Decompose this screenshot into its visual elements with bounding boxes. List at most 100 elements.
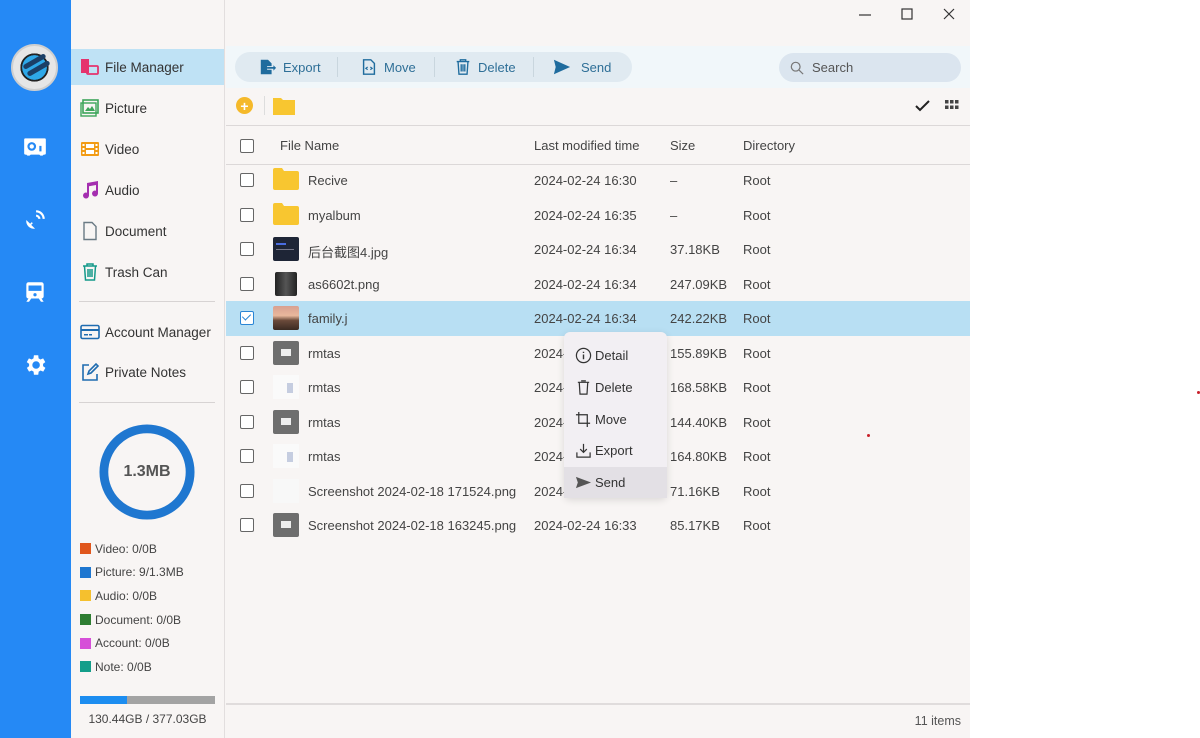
file-size: 144.40KB [670,414,728,430]
file-directory: Root [743,483,771,499]
select-all-checkbox[interactable] [240,139,254,153]
file-size: 85.17KB [670,518,720,533]
file-name: rmtas [308,345,341,361]
export-button[interactable]: Export [259,52,337,82]
context-menu-detail[interactable]: Detail [564,340,667,372]
column-header-modified[interactable]: Last modified time [534,138,640,153]
table-row[interactable]: 后台截图4.jpg 2024-02-24 16:34 37.18KB Root [226,232,970,267]
sidebar-item-label: Private Notes [105,364,187,380]
close-icon [943,8,955,20]
minimize-icon [859,14,871,16]
context-menu-export[interactable]: Export [564,435,667,467]
column-header-directory[interactable]: Directory [743,138,795,153]
root-folder-button[interactable] [272,96,296,121]
storage-icon[interactable] [21,133,49,161]
grid-view-button[interactable] [944,98,960,117]
table-row[interactable]: Screenshot 2024-02-18 163245.png 2024-02-… [226,508,970,543]
delete-button[interactable]: Delete [454,52,533,82]
app-window: File Manager Picture Video Audio Documen… [0,0,970,738]
maximize-button[interactable] [895,4,919,24]
sidebar-item-document[interactable]: Document [71,213,224,249]
sidebar-item-picture[interactable]: Picture [71,90,224,126]
send-label: Send [581,59,612,75]
folder-icon [273,202,299,227]
checkmark-icon [915,100,930,112]
satellite-icon[interactable] [21,206,49,234]
context-menu-delete[interactable]: Delete [564,372,667,404]
legend-label: Account: 0/0B [95,636,170,651]
file-directory: Root [743,173,771,188]
send-icon [553,59,571,75]
crop-move-icon [575,411,591,427]
notes-icon [79,361,101,383]
row-checkbox[interactable] [240,449,254,463]
move-button[interactable]: Move [360,52,434,82]
video-icon [79,138,101,160]
main-panel: Export Move Delete Send Search + File Na… [226,0,970,738]
folder-icon [273,168,299,192]
send-icon [575,476,592,489]
table-row[interactable]: as6602t.png 2024-02-24 16:34 247.09KB Root [226,267,970,302]
file-directory: Root [743,414,771,430]
train-icon[interactable] [21,278,49,306]
file-modified: 2024-02-24 16:30 [534,173,637,188]
close-button[interactable] [937,4,961,24]
column-header-name[interactable]: File Name [280,138,339,153]
file-size: 155.89KB [670,345,728,361]
select-all-button[interactable] [914,97,931,119]
sidebar-item-video[interactable]: Video [71,131,224,167]
sidebar-item-audio[interactable]: Audio [71,172,224,208]
file-modified: 2024-02-24 16:34 [534,311,637,326]
file-name: Screenshot 2024-02-18 163245.png [308,518,517,533]
sidebar-item-label: Account Manager [105,324,211,340]
sidebar-item-account-manager[interactable]: Account Manager [71,314,224,350]
row-checkbox[interactable] [240,414,254,429]
context-menu-send[interactable]: Send [564,466,667,499]
context-menu: Detail Delete Move Export Send [564,332,667,499]
legend-item-picture: Picture: 9/1.3MB [80,561,184,585]
category-sidebar: File Manager Picture Video Audio Documen… [71,0,225,738]
sidebar-item-file-manager[interactable]: File Manager [71,49,224,85]
legend-label: Picture: 9/1.3MB [95,565,184,580]
file-name: family.j [308,311,348,326]
legend-label: Note: 0/0B [95,659,152,674]
app-logo[interactable] [11,44,58,91]
row-checkbox[interactable] [240,276,254,291]
row-checkbox[interactable] [240,173,254,187]
row-checkbox[interactable] [240,242,254,256]
sidebar-item-trash-can[interactable]: Trash Can [71,254,224,290]
trash-icon [577,380,590,395]
column-header-size[interactable]: Size [670,138,695,153]
info-icon [575,348,592,364]
minimize-button[interactable] [853,4,877,24]
table-row[interactable]: Recive 2024-02-24 16:30 – Root [226,163,970,198]
table-row[interactable]: family.j 2024-02-24 16:34 242.22KB Root [226,301,970,336]
file-directory: Root [743,345,771,361]
context-menu-move[interactable]: Move [564,403,667,435]
row-checkbox[interactable] [240,311,254,325]
file-thumbnail [273,409,299,434]
search-icon [790,61,804,75]
file-size: 71.16KB [670,483,720,499]
gear-icon[interactable] [21,351,49,379]
legend-item-video: Video: 0/0B [80,537,184,561]
row-checkbox[interactable] [240,518,254,532]
legend-label: Video: 0/0B [95,541,157,556]
search-input[interactable]: Search [779,53,961,82]
row-checkbox[interactable] [240,207,254,222]
file-thumbnail [273,271,299,296]
add-button[interactable]: + [236,97,253,114]
delete-label: Delete [478,59,516,75]
grid-icon [945,100,959,109]
legend-item-document: Document: 0/0B [80,608,184,632]
row-checkbox[interactable] [240,483,254,498]
sidebar-item-label: Trash Can [105,264,168,280]
sidebar-item-private-notes[interactable]: Private Notes [71,354,224,390]
row-checkbox[interactable] [240,345,254,360]
action-toolbar: Export Move Delete Send [235,52,632,82]
row-checkbox[interactable] [240,380,254,394]
table-row[interactable]: myalbum 2024-02-24 16:35 – Root [226,198,970,233]
sidebar-item-label: Video [105,141,140,157]
move-icon [362,59,376,75]
send-button[interactable]: Send [553,52,611,82]
